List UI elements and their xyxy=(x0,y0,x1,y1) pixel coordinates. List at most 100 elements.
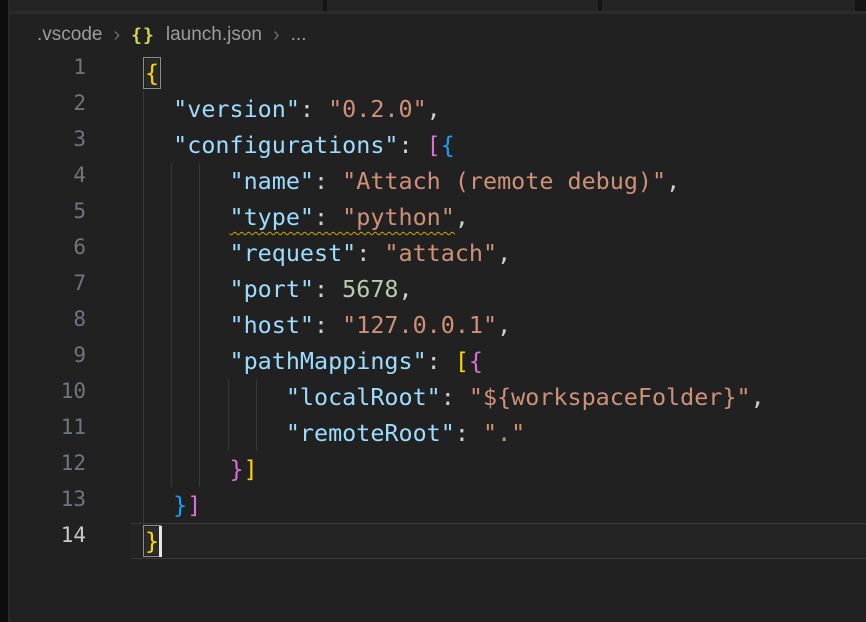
token-ws xyxy=(145,203,230,231)
token-key: "pathMappings" xyxy=(230,347,427,375)
line-content: "request": "attach", xyxy=(145,239,511,267)
token-str: "attach" xyxy=(384,239,497,267)
chevron-right-icon: › xyxy=(113,25,120,45)
token-ws xyxy=(145,383,286,411)
token-b2: { xyxy=(469,347,483,375)
indent-guide xyxy=(143,415,144,451)
code-line-7[interactable]: "port": 5678, xyxy=(10,271,866,307)
token-pun: , xyxy=(751,383,765,411)
token-pun: , xyxy=(399,275,413,303)
indent-guide xyxy=(143,127,144,163)
indent-guide xyxy=(143,451,144,487)
vscode-editor-window: .vscode › {} launch.json › ... 123456789… xyxy=(0,0,866,622)
token-key: "version" xyxy=(173,95,300,123)
token-ws xyxy=(145,95,173,123)
token-pun: , xyxy=(497,239,511,267)
line-content: }] xyxy=(145,491,201,519)
indent-guide xyxy=(143,235,144,271)
line-content: "remoteRoot": "." xyxy=(145,419,525,447)
token-ws xyxy=(145,239,230,267)
line-content: "host": "127.0.0.1", xyxy=(145,311,511,339)
code-line-11[interactable]: "remoteRoot": "." xyxy=(10,415,866,451)
token-key: "name" xyxy=(230,167,315,195)
line-content: "port": 5678, xyxy=(145,275,413,303)
token-ws xyxy=(145,167,230,195)
breadcrumb-folder[interactable]: .vscode xyxy=(37,24,102,46)
token-str: "Attach (remote debug)" xyxy=(342,167,666,195)
token-pun: : xyxy=(427,347,455,375)
code-line-1[interactable]: { xyxy=(10,55,866,91)
code-line-3[interactable]: "configurations": [{ xyxy=(10,127,866,163)
code-line-13[interactable]: }] xyxy=(10,487,866,523)
editor-tab-3[interactable] xyxy=(602,0,855,11)
token-key: "host" xyxy=(230,311,315,339)
token-key: "request" xyxy=(230,239,357,267)
token-ws xyxy=(145,455,230,483)
token-key: "localRoot" xyxy=(286,383,441,411)
indent-guide xyxy=(143,379,144,415)
code-line-14[interactable]: } xyxy=(10,523,866,559)
token-pun: , xyxy=(455,203,469,231)
left-rail xyxy=(0,0,8,622)
editor-tab-2[interactable] xyxy=(327,0,598,11)
line-content: }] xyxy=(145,455,258,483)
indent-guide xyxy=(143,91,144,127)
text-cursor xyxy=(159,526,162,557)
token-pun: : xyxy=(399,131,427,159)
token-b2: } xyxy=(230,455,244,483)
token-pun: , xyxy=(427,95,441,123)
token-ws xyxy=(145,131,173,159)
code-line-6[interactable]: "request": "attach", xyxy=(10,235,866,271)
editor-pane[interactable]: 1234567891011121314 { "version": "0.2.0"… xyxy=(10,55,866,622)
code-line-2[interactable]: "version": "0.2.0", xyxy=(10,91,866,127)
indent-guide xyxy=(143,163,144,199)
breadcrumb: .vscode › {} launch.json › ... xyxy=(37,20,306,50)
line-content: "name": "Attach (remote debug)", xyxy=(145,167,680,195)
line-content: "type": "python", xyxy=(145,203,469,231)
code-line-5[interactable]: "type": "python", xyxy=(10,199,866,235)
line-content: "configurations": [{ xyxy=(145,131,455,159)
token-key: "port" xyxy=(230,275,315,303)
token-ws xyxy=(145,347,230,375)
token-pun: : xyxy=(455,419,483,447)
breadcrumb-symbol[interactable]: ... xyxy=(291,24,307,46)
token-pun: : xyxy=(441,383,469,411)
code-line-10[interactable]: "localRoot": "${workspaceFolder}", xyxy=(10,379,866,415)
indent-guide xyxy=(143,307,144,343)
token-b2: ] xyxy=(187,491,201,519)
token-ws xyxy=(145,491,173,519)
token-pun: , xyxy=(497,311,511,339)
token-str: "python" xyxy=(342,203,455,231)
breadcrumb-file[interactable]: launch.json xyxy=(166,24,262,46)
matched-bracket: } xyxy=(145,527,159,555)
tab-strip xyxy=(0,0,866,11)
code-line-12[interactable]: }] xyxy=(10,451,866,487)
code-line-9[interactable]: "pathMappings": [{ xyxy=(10,343,866,379)
token-pun: : xyxy=(314,203,342,231)
token-num: 5678 xyxy=(342,275,398,303)
line-content: "localRoot": "${workspaceFolder}", xyxy=(145,383,765,411)
indent-guide xyxy=(143,271,144,307)
code-line-8[interactable]: "host": "127.0.0.1", xyxy=(10,307,866,343)
token-str: "0.2.0" xyxy=(328,95,427,123)
line-content: "pathMappings": [{ xyxy=(145,347,483,375)
token-pun: , xyxy=(666,167,680,195)
token-key: "configurations" xyxy=(173,131,398,159)
line-content: } xyxy=(145,527,159,555)
code-line-4[interactable]: "name": "Attach (remote debug)", xyxy=(10,163,866,199)
token-pun: : xyxy=(314,311,342,339)
token-key: "remoteRoot" xyxy=(286,419,455,447)
json-file-icon: {} xyxy=(131,25,155,46)
line-content: "version": "0.2.0", xyxy=(145,95,441,123)
line-content: { xyxy=(145,59,159,87)
token-b1: ] xyxy=(244,455,258,483)
code-area[interactable]: { "version": "0.2.0", "configurations": … xyxy=(10,55,866,559)
token-ws xyxy=(145,275,230,303)
indent-guide xyxy=(143,487,144,523)
token-pun: : xyxy=(356,239,384,267)
editor-tab-1[interactable] xyxy=(10,0,323,11)
token-key: "type" xyxy=(230,203,315,231)
indent-guide xyxy=(143,199,144,235)
token-str: "${workspaceFolder}" xyxy=(469,383,751,411)
token-b2: [ xyxy=(427,131,441,159)
